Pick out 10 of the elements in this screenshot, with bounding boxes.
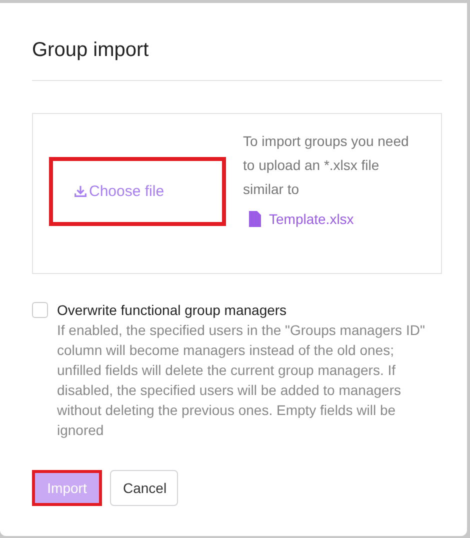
upload-hint: To import groups you need to upload an *.xlsx file similar to	[243, 132, 410, 199]
option-description: If enabled, the specified users in the "Groups managers ID" column will become managers instead of the old ones; unfilled fields will delete the current group managers. If disabled, the specified users will be added to managers without deleting the previous ones. Empty fields will be ignored	[57, 321, 426, 440]
download-icon	[73, 184, 88, 199]
choose-file-link[interactable]: Choose file	[49, 157, 226, 226]
template-link[interactable]: Template.xlsx	[269, 211, 354, 227]
dialog-title: Group import	[32, 38, 150, 63]
checkbox[interactable]	[32, 302, 48, 318]
cancel-button[interactable]: Cancel	[110, 470, 178, 506]
file-icon	[249, 211, 261, 227]
checkbox-label: Overwrite functional group managers	[57, 301, 288, 320]
